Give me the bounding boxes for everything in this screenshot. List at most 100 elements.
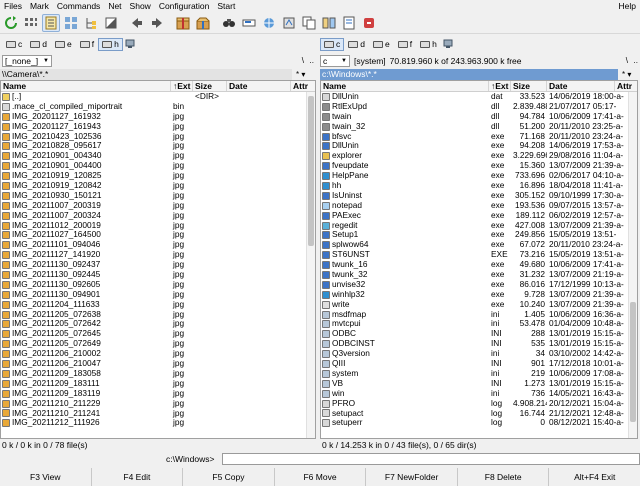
full-view-button[interactable]: [42, 13, 60, 32]
rename-button[interactable]: [240, 14, 258, 32]
right-drive-f[interactable]: f: [394, 38, 416, 51]
menu-show[interactable]: Show: [126, 0, 155, 12]
file-row[interactable]: IMG_20201127_161932 jpg: [1, 112, 315, 122]
right-parent-button[interactable]: ..: [634, 56, 638, 65]
right-col-ext[interactable]: ↑Ext: [489, 81, 511, 91]
command-line-input[interactable]: [222, 453, 640, 465]
exit-button[interactable]: Alt+F4 Exit: [549, 468, 640, 486]
file-row[interactable]: IMG_20211007_200319 jpg: [1, 201, 315, 211]
file-row[interactable]: unvise32 exe 86.016 17/12/1999 10:13-a-: [321, 280, 637, 290]
right-drive-combo[interactable]: c ▼: [320, 54, 350, 67]
right-col-name[interactable]: Name: [321, 81, 489, 91]
file-row[interactable]: VB INI 1.273 13/01/2019 15:15-a-: [321, 379, 637, 389]
f3-view-button[interactable]: F3 View: [0, 468, 92, 486]
file-row[interactable]: IMG_20210901_004400 jpg: [1, 161, 315, 171]
left-col-date[interactable]: Date: [227, 81, 291, 91]
file-row[interactable]: Setup1 exe 249.856 15/05/2019 13:51-: [321, 230, 637, 240]
file-row[interactable]: hh exe 16.896 18/04/2018 11:41-a-: [321, 181, 637, 191]
file-row[interactable]: notepad exe 193.536 09/07/2015 13:57-a-: [321, 201, 637, 211]
tree-view-button[interactable]: [82, 14, 100, 32]
file-row[interactable]: IMG_20211012_200019 jpg: [1, 221, 315, 231]
left-parent-button[interactable]: ..: [310, 56, 314, 65]
menu-net[interactable]: Net: [104, 0, 125, 12]
file-row[interactable]: RtlExUpd dll 2.839.488 21/07/2017 05:17-: [321, 102, 637, 112]
f6-move-button[interactable]: F6 Move: [274, 468, 367, 486]
right-col-date[interactable]: Date: [547, 81, 615, 91]
unpack-button[interactable]: [194, 14, 212, 32]
refresh-button[interactable]: [2, 14, 20, 32]
invert-selection-button[interactable]: [102, 14, 120, 32]
file-row[interactable]: IMG_20211101_094046 jpg: [1, 240, 315, 250]
file-row[interactable]: regedit exe 427.008 13/07/2009 21:39-a-: [321, 221, 637, 231]
right-col-attr[interactable]: Attr: [615, 81, 637, 91]
f5-copy-button[interactable]: F5 Copy: [183, 468, 275, 486]
file-row[interactable]: winhlp32 exe 9.728 13/07/2009 21:39-a-: [321, 290, 637, 300]
file-row[interactable]: IMG_20211130_092445 jpg: [1, 270, 315, 280]
file-row[interactable]: IMG_20211210_211229 jpg: [1, 399, 315, 409]
menu-help[interactable]: Help: [619, 0, 636, 12]
file-row[interactable]: explorer exe 3.229.696 29/08/2016 11:04-a-: [321, 151, 637, 161]
file-row[interactable]: IMG_20211204_111633 jpg: [1, 300, 315, 310]
left-col-size[interactable]: Size: [193, 81, 227, 91]
file-row[interactable]: [..] <DIR>: [1, 92, 315, 102]
file-row[interactable]: IMG_20210828_095617 jpg: [1, 141, 315, 151]
file-row[interactable]: IsUninst exe 305.152 09/10/1999 17:30-a-: [321, 191, 637, 201]
file-row[interactable]: IMG_20210919_120825 jpg: [1, 171, 315, 181]
f4-edit-button[interactable]: F4 Edit: [91, 468, 184, 486]
file-row[interactable]: IMG_20211209_183111 jpg: [1, 379, 315, 389]
file-row[interactable]: msdfmap ini 1.405 10/06/2009 16:36-a-: [321, 310, 637, 320]
file-row[interactable]: twunk_16 exe 49.680 10/06/2009 17:41-a-: [321, 260, 637, 270]
file-row[interactable]: DllUnin exe 94.208 14/06/2019 17:53-a-: [321, 141, 637, 151]
file-row[interactable]: IMG_20211205_072649 jpg: [1, 339, 315, 349]
compare-button[interactable]: [320, 14, 338, 32]
file-row[interactable]: IMG_20211205_072645 jpg: [1, 329, 315, 339]
file-row[interactable]: IMG_20211206_210002 jpg: [1, 349, 315, 359]
file-row[interactable]: Q3version ini 34 03/10/2002 14:42-a-: [321, 349, 637, 359]
right-scrollbar-thumb[interactable]: [630, 302, 636, 422]
left-drive-e[interactable]: e: [51, 38, 76, 51]
file-row[interactable]: IMG_20211130_092605 jpg: [1, 280, 315, 290]
left-scrollbar[interactable]: [306, 92, 315, 438]
file-row[interactable]: IMG_20210930_150121 jpg: [1, 191, 315, 201]
left-drive-combo[interactable]: [_none_] ▼: [2, 54, 52, 67]
url-button[interactable]: [280, 14, 298, 32]
menu-mark[interactable]: Mark: [26, 0, 53, 12]
left-col-name[interactable]: Name: [1, 81, 171, 91]
pack-button[interactable]: [174, 14, 192, 32]
file-row[interactable]: twain dll 94.784 10/06/2009 17:41-a-: [321, 112, 637, 122]
menu-configuration[interactable]: Configuration: [155, 0, 214, 12]
left-drive-c[interactable]: c: [2, 38, 26, 51]
right-col-size[interactable]: Size: [511, 81, 547, 91]
file-row[interactable]: IMG_20211212_111926 jpg: [1, 418, 315, 428]
right-history-star[interactable]: * ▾: [622, 69, 631, 80]
forward-button[interactable]: [148, 14, 166, 32]
file-row[interactable]: IMG_20201127_161943 jpg: [1, 122, 315, 132]
file-row[interactable]: setupact log 16.744 21/12/2021 12:48-a-: [321, 409, 637, 419]
file-row[interactable]: .mace_cl_compiled_miportrait bin: [1, 102, 315, 112]
file-row[interactable]: IMG_20210423_102536 jpg: [1, 132, 315, 142]
file-row[interactable]: twain_32 dll 51.200 20/11/2010 23:25-a-: [321, 122, 637, 132]
network-icon[interactable]: [125, 39, 135, 49]
file-row[interactable]: fveupdate exe 15.360 13/07/2009 21:39-a-: [321, 161, 637, 171]
f8-delete-button[interactable]: F8 Delete: [457, 468, 550, 486]
menu-start[interactable]: Start: [213, 0, 239, 12]
file-row[interactable]: HelpPane exe 733.696 02/06/2017 04:10-a-: [321, 171, 637, 181]
file-row[interactable]: setuperr log 0 08/12/2021 15:40-a-: [321, 418, 637, 428]
file-row[interactable]: IMG_20211127_141920 jpg: [1, 250, 315, 260]
file-row[interactable]: ODBCINST INI 535 13/01/2019 15:15-a-: [321, 339, 637, 349]
back-button[interactable]: [128, 14, 146, 32]
file-row[interactable]: system ini 219 10/06/2009 17:08-a-: [321, 369, 637, 379]
left-drive-h[interactable]: h: [98, 37, 123, 51]
file-row[interactable]: IMG_20211210_211241 jpg: [1, 409, 315, 419]
menu-commands[interactable]: Commands: [53, 0, 104, 12]
file-row[interactable]: IMG_20211209_183119 jpg: [1, 389, 315, 399]
left-file-panel[interactable]: Name ↑Ext Size Date Attr [..] <DIR> .mace_…: [0, 80, 316, 439]
notepad-button[interactable]: [340, 14, 358, 32]
file-row[interactable]: ST6UNST EXE 73.216 15/05/2019 13:51-a-: [321, 250, 637, 260]
right-scrollbar[interactable]: [628, 92, 637, 438]
menu-files[interactable]: Files: [0, 0, 26, 12]
file-row[interactable]: splwow64 exe 67.072 20/11/2010 23:24-a-: [321, 240, 637, 250]
network-icon[interactable]: [443, 39, 453, 49]
right-drive-e[interactable]: e: [369, 38, 394, 51]
file-row[interactable]: twunk_32 exe 31.232 13/07/2009 21:19-a-: [321, 270, 637, 280]
